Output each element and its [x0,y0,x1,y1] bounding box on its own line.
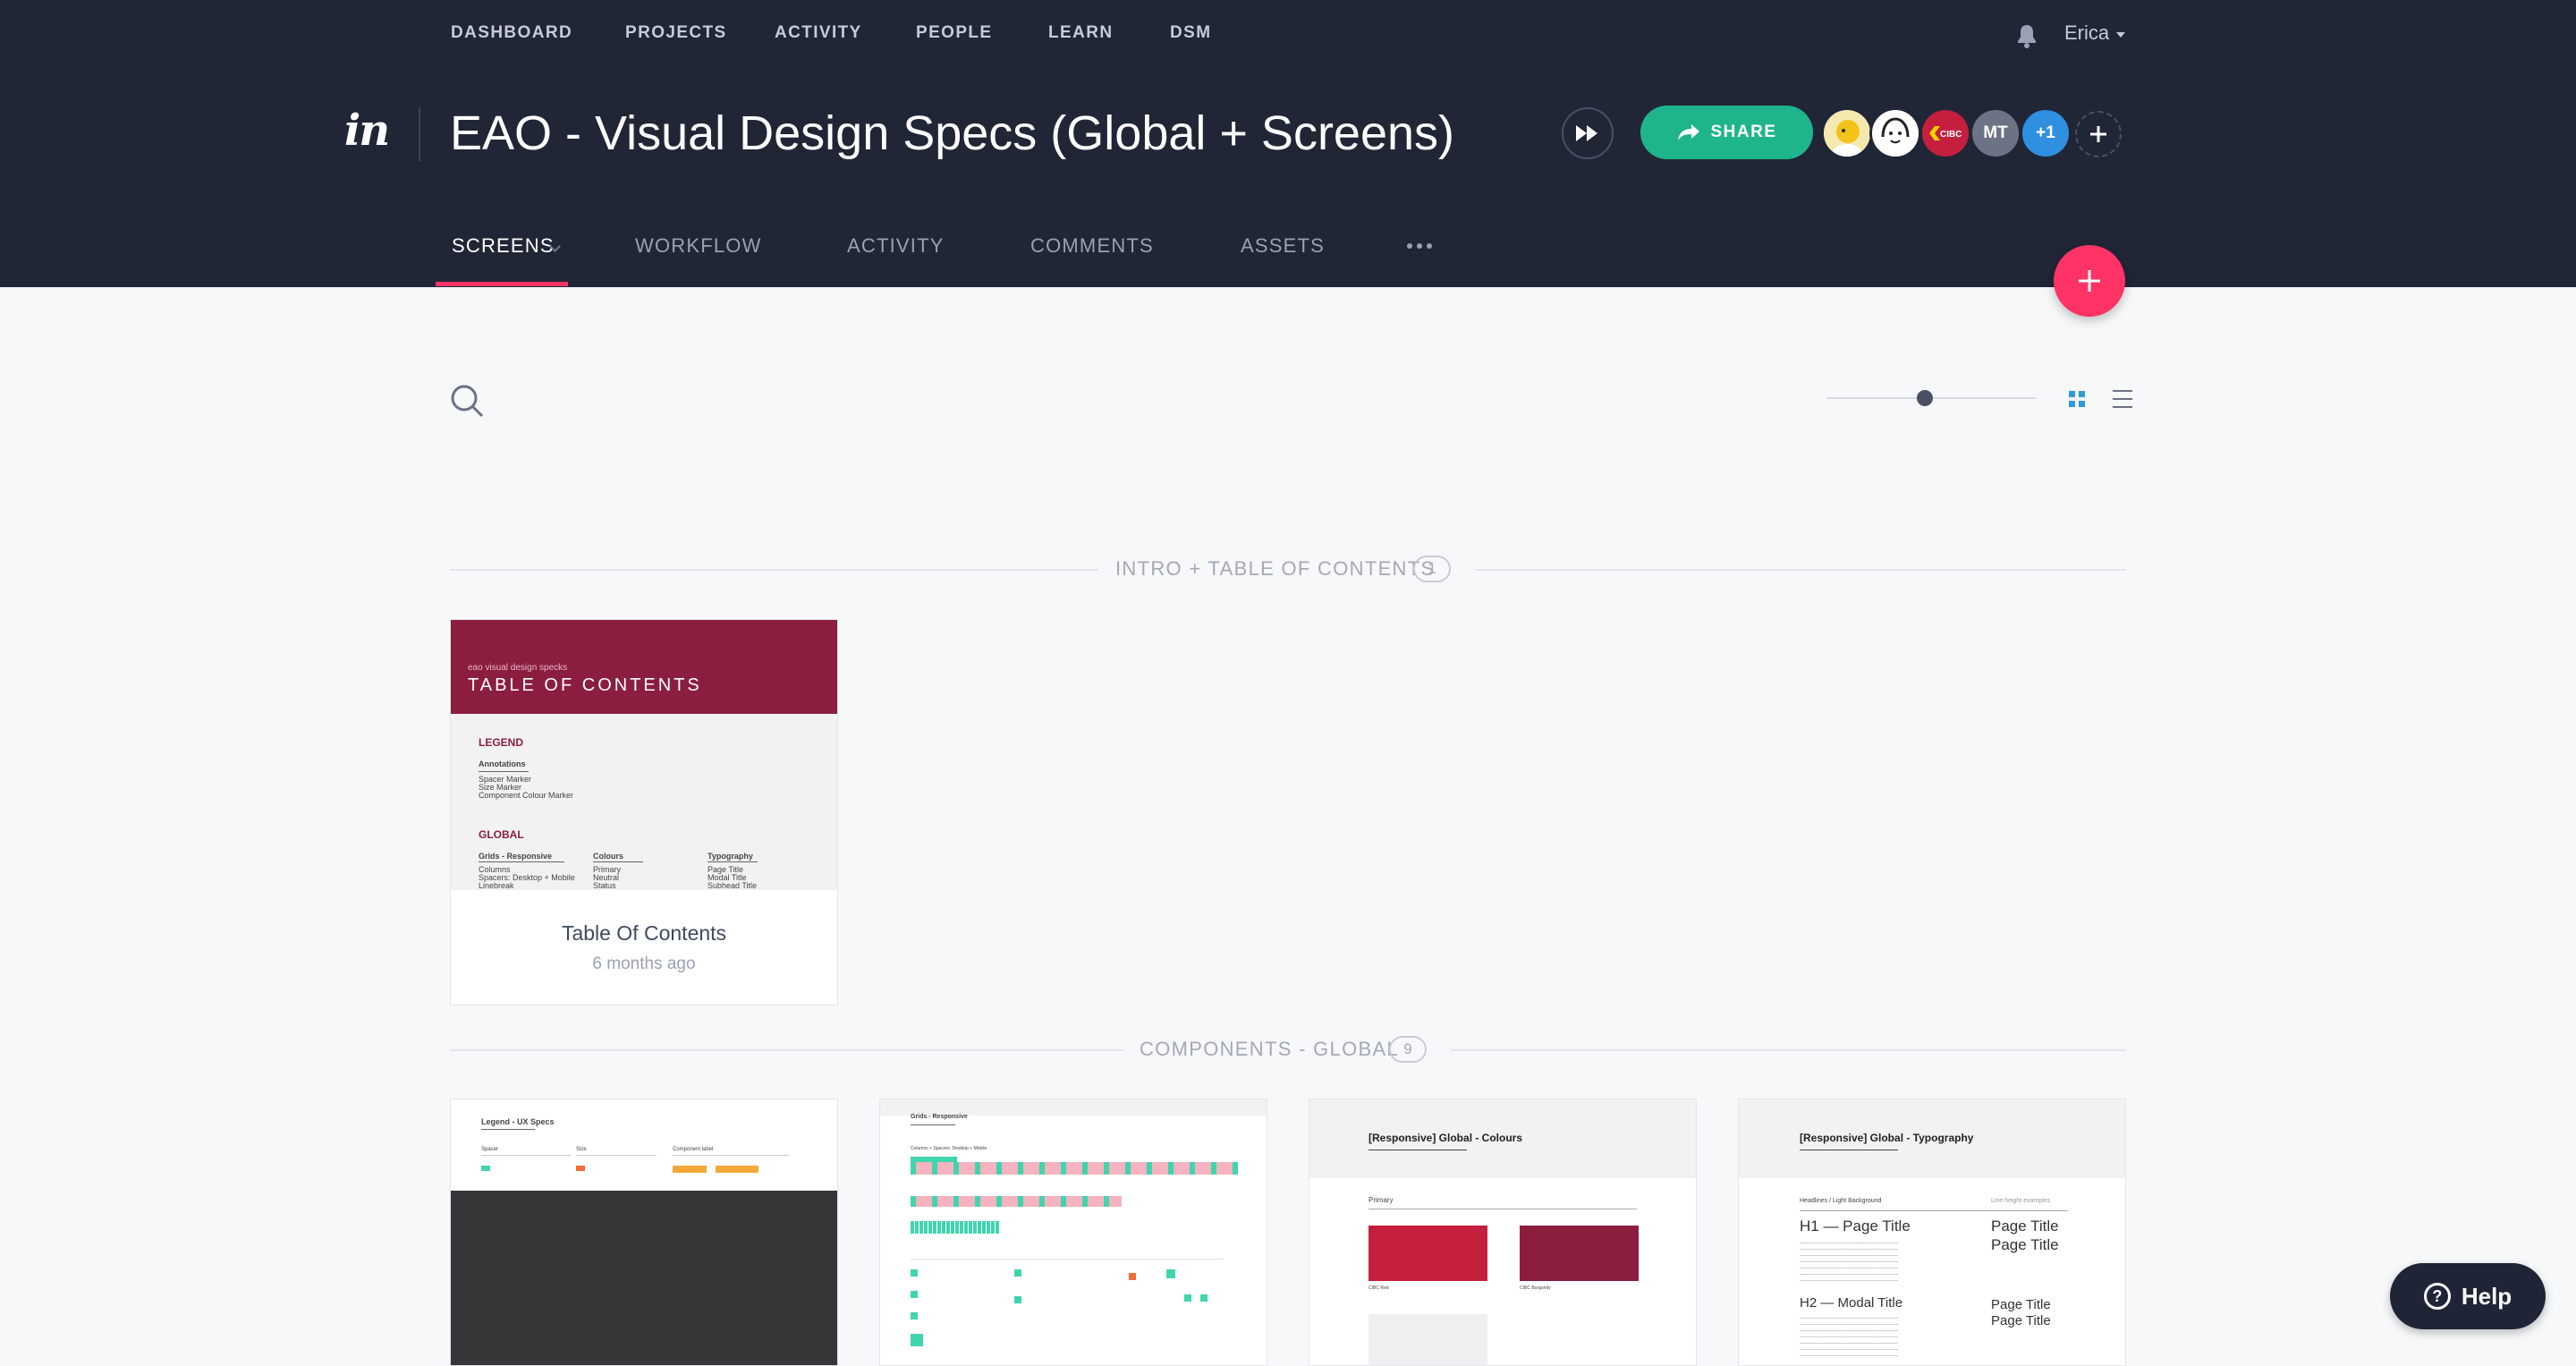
collaborator-avatar[interactable] [1821,107,1873,159]
list-view-icon[interactable] [2113,388,2132,410]
thumb-text: Typography [708,852,753,861]
section-title: COMPONENTS - GLOBAL [1140,1038,1399,1060]
tab-workflow[interactable]: WORKFLOW [635,234,762,258]
add-collaborator-button[interactable] [2075,111,2122,157]
color-swatch [1368,1226,1487,1281]
screen-card[interactable]: [Responsive] Global - Typography Headlin… [1738,1099,2126,1366]
screen-card[interactable]: eao visual design specks TABLE OF CONTEN… [450,619,838,1005]
thumb-title: [Responsive] Global - Typography [1800,1132,1974,1144]
screen-card[interactable]: [Responsive] Global - Colours Primary CI… [1309,1099,1697,1366]
thumb-annotations: Annotations [479,759,526,768]
notifications-bell-icon[interactable] [2016,23,2038,48]
screen-card[interactable]: Grids - Responsive Columns + Spacers: De… [879,1099,1267,1366]
project-title: EAO - Visual Design Specs (Global + Scre… [450,106,1455,160]
section-divider [1475,569,2126,571]
tab-comments[interactable]: COMMENTS [1030,234,1154,258]
fast-forward-icon [1576,125,1597,141]
chevron-down-icon [2116,31,2126,38]
nav-activity[interactable]: ACTIVITY [775,23,862,43]
share-button[interactable]: SHARE [1640,106,1813,159]
thumb-text: Line height examples [1991,1198,2051,1204]
tab-activity[interactable]: ACTIVITY [847,234,945,258]
thumb-text: Columns + Spacers: Desktop + Mobile [911,1146,987,1151]
section-count-badge: 1 [1413,556,1451,582]
thumb-text: Status [593,881,616,890]
thumb-text: Page Title [1991,1218,2059,1234]
thumb-text: Primary [1368,1196,1394,1204]
active-tab-indicator [436,282,568,286]
thumb-legend: LEGEND [479,736,524,749]
nav-dsm[interactable]: DSM [1170,23,1211,43]
thumb-text: Subhead Title [708,881,758,890]
thumb-text: Grids - Responsive [479,852,553,861]
collaborator-avatar[interactable]: CIBC [1919,107,1971,159]
screen-thumbnail: Legend - UX Specs Spacer Size Component … [451,1099,837,1365]
section-divider [450,569,1098,571]
thumb-kicker: eao visual design specks [468,663,568,673]
thumb-text: Headlines / Light Background [1800,1198,1882,1204]
thumb-title: Grids - Responsive [911,1114,968,1120]
thumb-global: GLOBAL [479,828,524,841]
nav-dashboard[interactable]: DASHBOARD [451,23,572,43]
thumb-text: H2 — Modal Title [1800,1295,1903,1311]
more-tabs-icon[interactable] [1407,243,1432,249]
tab-assets[interactable]: ASSETS [1241,234,1325,258]
user-menu[interactable]: Erica [2064,21,2126,45]
grid-view-icon[interactable] [2068,390,2086,408]
share-label: SHARE [1710,123,1777,141]
nav-projects[interactable]: PROJECTS [625,23,727,43]
color-swatch [1368,1314,1487,1365]
thumb-title: Legend - UX Specs [481,1117,555,1126]
thumb-text: Component label [673,1147,714,1152]
thumb-text: Component Colour Marker [479,791,574,800]
screen-card[interactable]: Legend - UX Specs Spacer Size Component … [450,1099,838,1366]
section-count-badge: 9 [1389,1036,1427,1063]
tab-screens-label: SCREENS [452,234,555,257]
color-swatch [1520,1226,1639,1281]
thumb-text: Page Title [1991,1313,2051,1328]
section-title: INTRO + TABLE OF CONTENTS [1115,557,1436,580]
svg-text:CIBC: CIBC [1940,130,1962,140]
nav-learn[interactable]: LEARN [1048,23,1113,43]
thumb-text: Page Title [1991,1236,2059,1253]
user-name: Erica [2064,21,2110,44]
help-question-icon: ? [2423,1283,2451,1310]
screen-thumbnail: Grids - Responsive Columns + Spacers: De… [880,1099,1267,1365]
zoom-slider-handle[interactable] [1916,390,1933,406]
search-icon[interactable] [449,383,485,419]
thumb-text: CIBC Red [1368,1285,1389,1291]
add-screen-button[interactable] [2054,245,2125,317]
nav-people[interactable]: PEOPLE [916,23,992,43]
help-label: Help [2461,1282,2512,1310]
zoom-slider[interactable] [1826,389,2036,407]
section-divider [450,1049,1124,1051]
section-divider [1451,1049,2126,1051]
collaborator-avatar[interactable]: MT [1970,107,2021,159]
tab-screens[interactable]: SCREENS [452,234,555,258]
screen-thumbnail: eao visual design specks TABLE OF CONTEN… [451,620,837,890]
invision-logo[interactable]: in [344,106,390,156]
screen-updated-time: 6 months ago [592,955,696,973]
thumb-text: Spacer [481,1147,499,1152]
collaborator-avatar[interactable] [1869,107,1921,159]
thumb-text: Colours [593,852,624,861]
thumb-title: [Responsive] Global - Colours [1368,1132,1523,1144]
preview-button[interactable] [1562,107,1614,159]
screen-name[interactable]: Table Of Contents [451,921,837,946]
thumb-text: H1 — Page Title [1800,1218,1911,1234]
screen-thumbnail: [Responsive] Global - Typography Headlin… [1739,1099,2125,1365]
screen-thumbnail: [Responsive] Global - Colours Primary CI… [1309,1099,1696,1365]
app-header: DASHBOARD PROJECTS ACTIVITY PEOPLE LEARN… [0,0,2576,287]
share-arrow-icon [1678,124,1700,140]
thumb-text: Linebreak [479,881,514,890]
thumb-heading: TABLE OF CONTENTS [468,675,702,695]
plus-icon [2090,126,2106,142]
plus-icon [2079,270,2100,292]
logo-divider [419,107,420,161]
help-button[interactable]: ? Help [2390,1263,2546,1329]
thumb-text: Size [576,1147,587,1152]
more-collaborators-badge[interactable]: +1 [2020,107,2072,159]
thumb-text: CIBC Burgundy [1520,1285,1551,1291]
thumb-text: Page Title [1991,1297,2051,1312]
